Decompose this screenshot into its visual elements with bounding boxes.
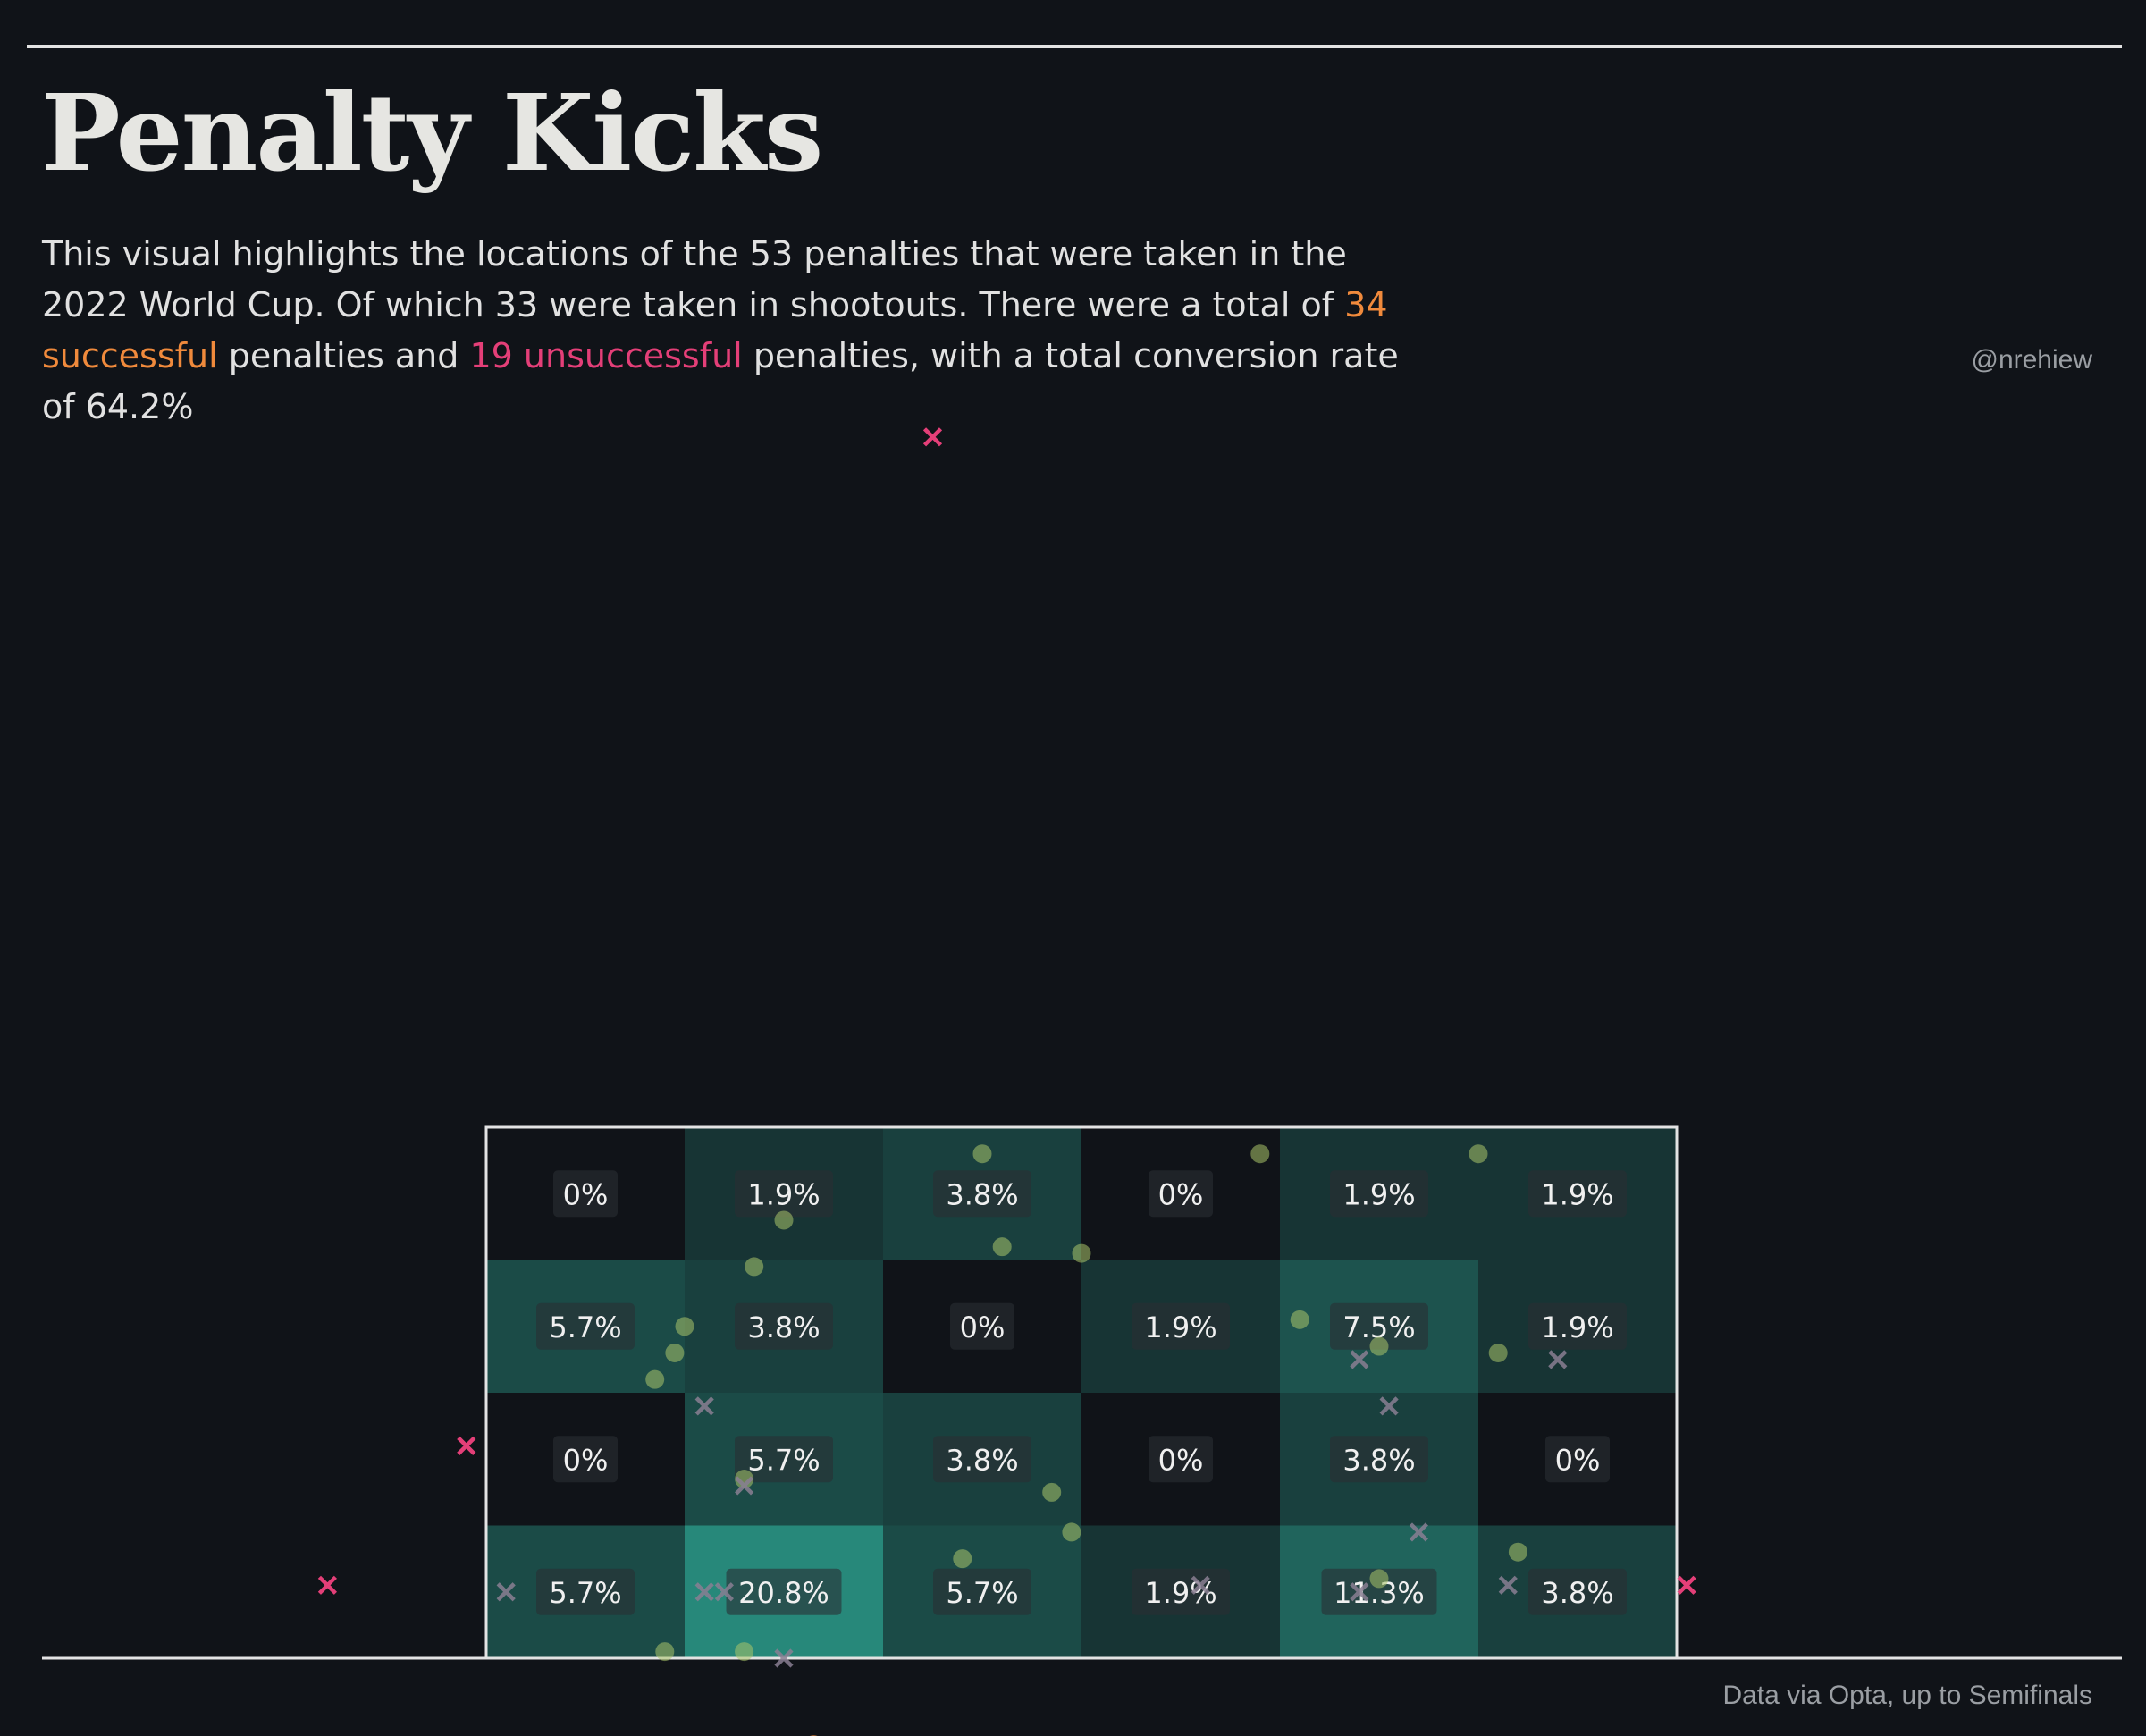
cell-percent-label: 3.8% <box>747 1310 820 1344</box>
cell-percent-label: 0% <box>563 1443 609 1477</box>
successful-penalty-marker <box>1508 1542 1527 1562</box>
successful-penalty-marker <box>1469 1144 1488 1164</box>
cell-percent-label: 1.9% <box>1541 1177 1613 1211</box>
penalty-goal-heatmap: 0% 1.9% 3.8% 0% 1.9% 1.9%5.7% 3.8% 0% 1.9% 7.5% 1.… <box>42 427 2122 1736</box>
cell-percent-label: 1.9% <box>1342 1177 1415 1211</box>
successful-penalty-marker <box>1290 1310 1309 1329</box>
successful-penalty-marker <box>1062 1522 1081 1542</box>
successful-penalty-marker <box>972 1144 992 1164</box>
successful-penalty-marker <box>1488 1343 1508 1362</box>
successful-penalty-marker <box>1369 1569 1389 1589</box>
unsuccessful-penalty-marker <box>1677 1575 1696 1595</box>
successful-penalty-marker <box>1042 1482 1062 1502</box>
successful-penalty-marker <box>675 1317 694 1336</box>
unsuccessful-penalty-marker <box>317 1575 337 1595</box>
cell-percent-label: 0% <box>1158 1177 1204 1211</box>
cell-percent-label: 1.9% <box>1541 1310 1613 1344</box>
unsuccessful-penalty-marker <box>922 427 943 447</box>
successful-penalty-marker <box>735 1642 754 1662</box>
cell-percent-label: 3.8% <box>1541 1576 1613 1610</box>
successful-penalty-marker <box>1369 1336 1389 1356</box>
cell-percent-label: 5.7% <box>747 1443 820 1477</box>
cell-percent-label: 5.7% <box>549 1576 621 1610</box>
successful-penalty-marker <box>953 1549 972 1569</box>
successful-penalty-marker <box>655 1642 675 1662</box>
cell-percent-label: 0% <box>1555 1443 1601 1477</box>
cell-percent-label: 20.8% <box>738 1576 829 1610</box>
cell-percent-label: 0% <box>563 1177 609 1211</box>
cell-percent-label: 0% <box>1158 1443 1204 1477</box>
successful-penalty-marker <box>745 1257 764 1277</box>
successful-penalty-marker <box>774 1210 794 1230</box>
cell-percent-label: 5.7% <box>946 1576 1018 1610</box>
successful-penalty-marker <box>1072 1243 1091 1263</box>
cell-percent-label: 3.8% <box>1342 1443 1415 1477</box>
successful-penalty-marker <box>665 1343 685 1362</box>
unsuccessful-penalty-marker <box>457 1436 476 1455</box>
cell-percent-label: 3.8% <box>946 1177 1018 1211</box>
successful-penalty-marker <box>992 1237 1012 1257</box>
cell-percent-label: 0% <box>960 1310 1006 1344</box>
successful-penalty-marker <box>645 1369 665 1389</box>
cell-percent-label: 5.7% <box>549 1310 621 1344</box>
cell-percent-label: 3.8% <box>946 1443 1018 1477</box>
cell-percent-label: 1.9% <box>747 1177 820 1211</box>
cell-percent-label: 1.9% <box>1144 1310 1216 1344</box>
successful-penalty-marker <box>1250 1144 1270 1164</box>
data-source-note: Data via Opta, up to Semifinals <box>1722 1681 2092 1710</box>
